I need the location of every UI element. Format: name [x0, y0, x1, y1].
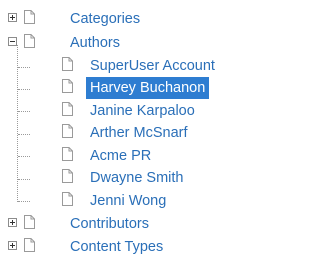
- plus-box-icon[interactable]: [8, 13, 17, 22]
- document-icon: [62, 192, 73, 206]
- tree-node-label[interactable]: Contributors: [70, 213, 149, 235]
- tree-node-acme-pr[interactable]: Acme PR: [0, 145, 245, 167]
- tree-node-contributors[interactable]: Contributors: [0, 213, 245, 235]
- tree-node-label[interactable]: Jenni Wong: [90, 190, 166, 212]
- tree-node-label[interactable]: Arther McSnarf: [90, 122, 188, 144]
- tree-node-label[interactable]: Authors: [70, 32, 120, 54]
- document-icon: [24, 238, 35, 252]
- document-icon: [24, 215, 35, 229]
- document-icon: [62, 169, 73, 183]
- document-icon: [62, 102, 73, 116]
- document-icon: [62, 124, 73, 138]
- plus-box-icon[interactable]: [8, 218, 17, 227]
- document-icon: [62, 57, 73, 71]
- tree-node-harvey-buchanon[interactable]: Harvey Buchanon: [0, 77, 245, 99]
- tree-node-label[interactable]: Janine Karpaloo: [90, 100, 195, 122]
- tree-node-categories[interactable]: Categories: [0, 8, 245, 30]
- tree-node-content-types[interactable]: Content Types: [0, 236, 245, 258]
- plus-box-icon[interactable]: [8, 241, 17, 250]
- tree-node-jenni-wong[interactable]: Jenni Wong: [0, 190, 245, 212]
- tree-node-janine-karpaloo[interactable]: Janine Karpaloo: [0, 100, 245, 122]
- tree-node-label[interactable]: Categories: [70, 8, 140, 30]
- document-icon: [24, 10, 35, 24]
- tree-node-label[interactable]: Acme PR: [90, 145, 151, 167]
- minus-box-icon[interactable]: [8, 37, 17, 46]
- document-icon: [62, 147, 73, 161]
- tree-node-authors[interactable]: Authors: [0, 32, 245, 54]
- tree-node-dwayne-smith[interactable]: Dwayne Smith: [0, 167, 245, 189]
- tree-node-arther-mcsnarf[interactable]: Arther McSnarf: [0, 122, 245, 144]
- tree-node-label-selected[interactable]: Harvey Buchanon: [86, 77, 210, 99]
- tree-node-label[interactable]: Dwayne Smith: [90, 167, 183, 189]
- tree-node-label[interactable]: SuperUser Account: [90, 55, 215, 77]
- tree-node-label[interactable]: Content Types: [70, 236, 163, 258]
- content-tree: Categories Authors SuperUser Account Har…: [0, 0, 245, 259]
- document-icon: [62, 79, 73, 93]
- document-icon: [24, 34, 35, 48]
- tree-node-superuser-account[interactable]: SuperUser Account: [0, 55, 245, 77]
